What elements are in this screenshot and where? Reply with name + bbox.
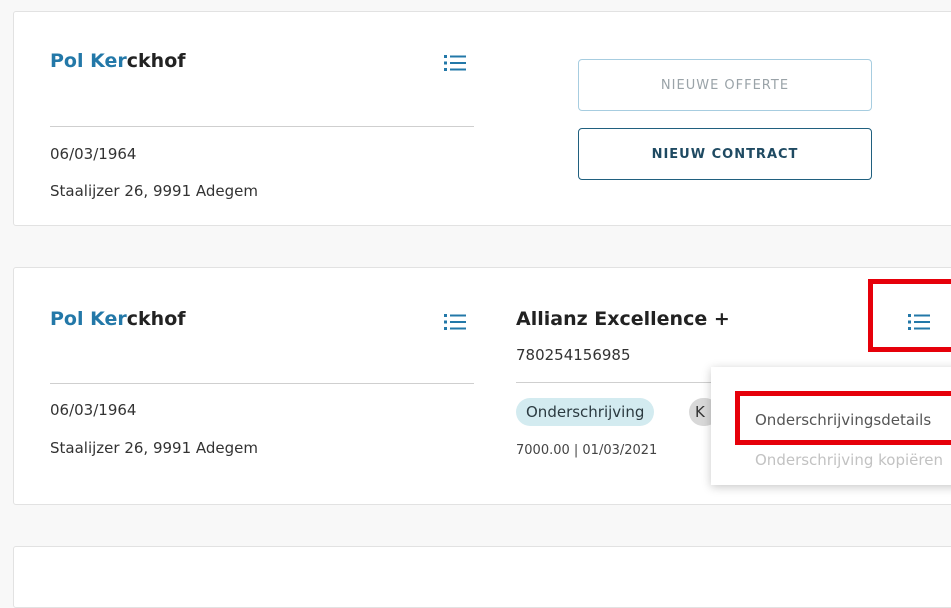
birthdate: 06/03/1964	[50, 145, 137, 163]
customer-card	[13, 546, 951, 608]
new-quote-button[interactable]: NIEUWE OFFERTE	[578, 59, 872, 111]
name-rest: ckhof	[126, 308, 186, 330]
customer-name[interactable]: Pol Kerckhof	[50, 50, 186, 72]
customer-card: Pol Kerckhof 06/03/1964 Staalijzer 26, 9…	[13, 11, 951, 226]
name-rest: ckhof	[126, 50, 186, 72]
name-first-highlight: Pol	[50, 308, 84, 330]
address: Staalijzer 26, 9991 Adegem	[50, 439, 259, 457]
name-last-highlight: Ker	[90, 308, 127, 330]
divider	[50, 383, 474, 384]
list-icon[interactable]	[444, 54, 466, 72]
list-icon[interactable]	[444, 313, 466, 331]
name-last-highlight: Ker	[90, 50, 127, 72]
birthdate: 06/03/1964	[50, 401, 137, 419]
contract-menu-icon[interactable]	[908, 313, 930, 331]
status-badge: Onderschrijving	[516, 398, 655, 426]
divider	[516, 382, 716, 383]
policy-number: 780254156985	[516, 346, 631, 364]
contract-dropdown-menu: Onderschrijvingsdetails Onderschrijving …	[711, 367, 951, 485]
menu-item-underwriting-details[interactable]: Onderschrijvingsdetails	[755, 411, 931, 429]
menu-item-copy-underwriting: Onderschrijving kopiëren	[755, 451, 943, 469]
amount-date: 7000.00 | 01/03/2021	[516, 443, 658, 458]
product-name[interactable]: Allianz Excellence +	[516, 308, 730, 330]
divider	[50, 126, 474, 127]
new-contract-button[interactable]: NIEUW CONTRACT	[578, 128, 872, 180]
customer-name[interactable]: Pol Kerckhof	[50, 308, 186, 330]
address: Staalijzer 26, 9991 Adegem	[50, 182, 259, 200]
name-first-highlight: Pol	[50, 50, 84, 72]
